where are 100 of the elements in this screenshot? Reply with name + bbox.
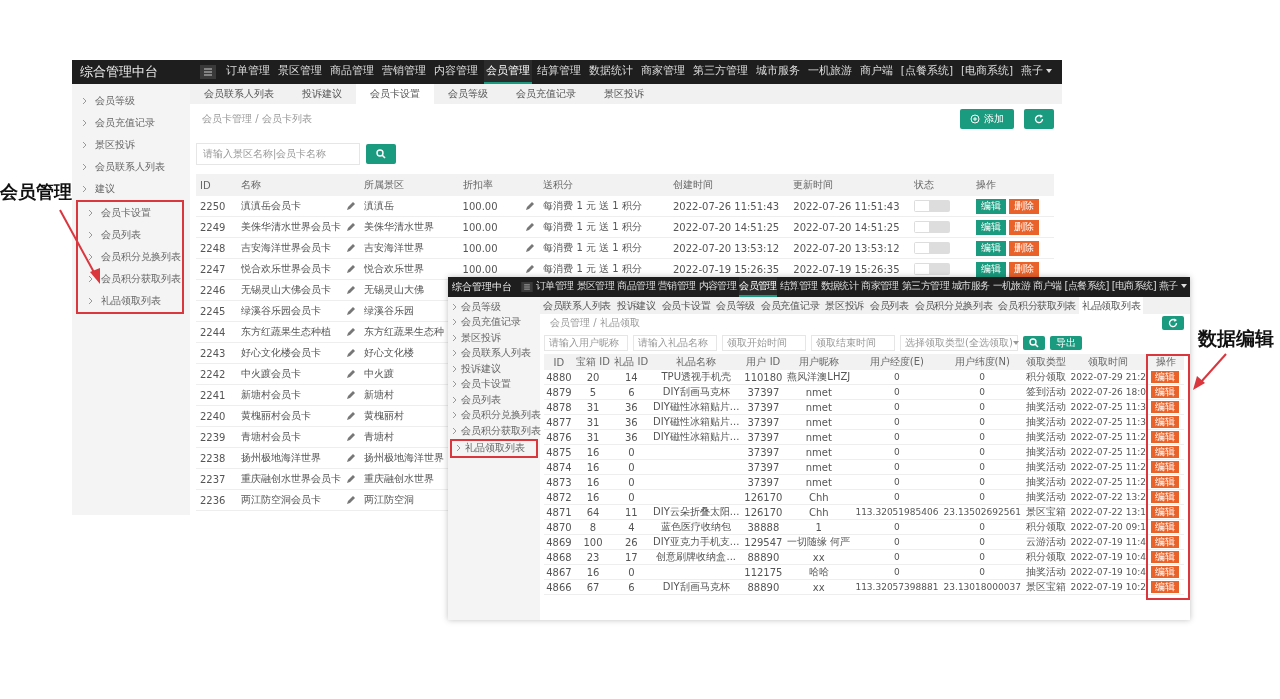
status-toggle[interactable] [913,263,950,275]
filter-field[interactable]: 领取结束时间 [811,335,895,351]
edit-button[interactable]: 编辑 [1150,536,1179,548]
nav-item[interactable]: [点餐系统] [898,60,955,84]
refresh-button[interactable] [1162,316,1184,330]
nav-item[interactable]: 订单管理 [536,277,574,297]
pencil-icon[interactable] [345,201,356,211]
tab[interactable]: 会员积分兑换列表 [911,297,996,314]
tab[interactable]: 投诉建议 [613,297,659,314]
nav-item[interactable]: 第三方管理 [691,60,751,84]
sidebar-item[interactable]: 礼品领取列表 [452,440,536,456]
status-toggle[interactable] [913,200,950,212]
pencil-icon[interactable] [345,348,356,358]
user-menu[interactable]: 燕子 [1159,277,1187,297]
tab[interactable]: 会员等级 [434,84,502,104]
edit-button[interactable]: 编辑 [1150,416,1179,428]
edit-button[interactable]: 编辑 [1150,401,1179,413]
nav-item[interactable]: 商户端 [857,60,895,84]
menu-icon[interactable] [521,282,533,292]
edit-button[interactable]: 编辑 [1150,566,1179,578]
search-button[interactable] [1023,336,1045,350]
type-dropdown[interactable]: 选择领取类型(全选领取) [900,335,1018,351]
tab[interactable]: 会员充值记录 [502,84,590,104]
pencil-icon[interactable] [525,243,536,253]
tab[interactable]: 景区投诉 [822,297,868,314]
pencil-icon[interactable] [345,369,356,379]
nav-item[interactable]: 景区管理 [275,60,324,84]
pencil-icon[interactable] [345,264,356,274]
filter-field[interactable]: 请输入礼品名称 [633,335,717,351]
tab[interactable]: 会员卡设置 [658,297,714,314]
status-toggle[interactable] [913,221,950,233]
tab[interactable]: 会员联系人列表 [190,84,288,104]
nav-item[interactable]: 商品管理 [327,60,376,84]
sidebar-item[interactable]: 会员等级 [72,90,190,112]
nav-item[interactable]: 商户端 [1033,277,1062,297]
nav-item[interactable]: 结算管理 [779,277,818,297]
edit-button[interactable]: 编辑 [1150,551,1179,563]
edit-button[interactable]: 编辑 [1150,521,1179,533]
pencil-icon[interactable] [345,327,356,337]
sidebar-item[interactable]: 会员列表 [78,224,182,246]
tab[interactable]: 礼品领取列表 [1079,297,1144,314]
nav-item[interactable]: [点餐系统] [1064,277,1109,297]
delete-button[interactable]: 删除 [1008,261,1039,277]
pencil-icon[interactable] [345,285,356,295]
nav-item[interactable]: 营销管理 [379,60,428,84]
filter-field[interactable]: 请输入用户昵称 [544,335,628,351]
pencil-icon[interactable] [525,222,536,232]
nav-item[interactable]: 景区管理 [576,277,615,297]
tab[interactable]: 会员列表 [867,297,912,314]
nav-item[interactable]: 数据统计 [587,60,636,84]
nav-item[interactable]: 内容管理 [431,60,480,84]
pencil-icon[interactable] [345,243,356,253]
delete-button[interactable]: 删除 [1008,219,1039,235]
nav-item[interactable]: 营销管理 [657,277,696,297]
nav-item[interactable]: 城市服务 [951,277,990,297]
tab[interactable]: 会员积分获取列表 [995,297,1080,314]
edit-button[interactable]: 编辑 [975,219,1006,235]
edit-button[interactable]: 编辑 [1150,431,1179,443]
menu-icon[interactable] [200,65,216,79]
sidebar-item[interactable]: 会员充值记录 [72,112,190,134]
nav-item[interactable]: 一机旅游 [805,60,854,84]
pencil-icon[interactable] [345,411,356,421]
search-button[interactable] [366,144,396,164]
edit-button[interactable]: 编辑 [1150,371,1179,383]
nav-item[interactable]: 第三方管理 [901,277,949,297]
sidebar-item[interactable]: 景区投诉 [72,134,190,156]
delete-button[interactable]: 删除 [1008,240,1039,256]
tab[interactable]: 会员卡设置 [356,84,434,104]
pencil-icon[interactable] [345,222,356,232]
tab[interactable]: 会员联系人列表 [540,297,614,314]
user-menu[interactable]: 燕子 [1019,60,1054,84]
nav-item[interactable]: 会员管理 [483,60,532,84]
nav-item[interactable]: 商家管理 [639,60,688,84]
edit-button[interactable]: 编辑 [975,261,1006,277]
nav-item[interactable]: 结算管理 [535,60,584,84]
status-toggle[interactable] [913,242,950,254]
nav-item[interactable]: [电商系统] [1111,277,1156,297]
pencil-icon[interactable] [345,474,356,484]
tab[interactable]: 会员充值记录 [758,297,823,314]
sidebar-item[interactable]: 会员积分获取列表 [78,268,182,290]
sidebar-item[interactable]: 礼品领取列表 [78,290,182,312]
sidebar-item[interactable]: 会员联系人列表 [72,156,190,178]
tab[interactable]: 投诉建议 [288,84,356,104]
pencil-icon[interactable] [345,495,356,505]
sidebar-item[interactable]: 会员积分兑换列表 [78,246,182,268]
filter-field[interactable]: 领取开始时间 [722,335,806,351]
edit-button[interactable]: 编辑 [1150,581,1179,593]
sidebar-item[interactable]: 建议 [72,178,190,200]
tab[interactable]: 景区投诉 [590,84,658,104]
edit-button[interactable]: 编辑 [975,240,1006,256]
nav-item[interactable]: 数据统计 [820,277,859,297]
nav-item[interactable]: 会员管理 [739,277,777,297]
pencil-icon[interactable] [345,306,356,316]
nav-item[interactable]: 城市服务 [754,60,803,84]
nav-item[interactable]: [电商系统] [958,60,1016,84]
edit-button[interactable]: 编辑 [1150,446,1179,458]
pencil-icon[interactable] [525,264,536,274]
add-button[interactable]: 添加 [960,109,1014,129]
nav-item[interactable]: 订单管理 [224,60,272,84]
edit-button[interactable]: 编辑 [1150,461,1179,473]
